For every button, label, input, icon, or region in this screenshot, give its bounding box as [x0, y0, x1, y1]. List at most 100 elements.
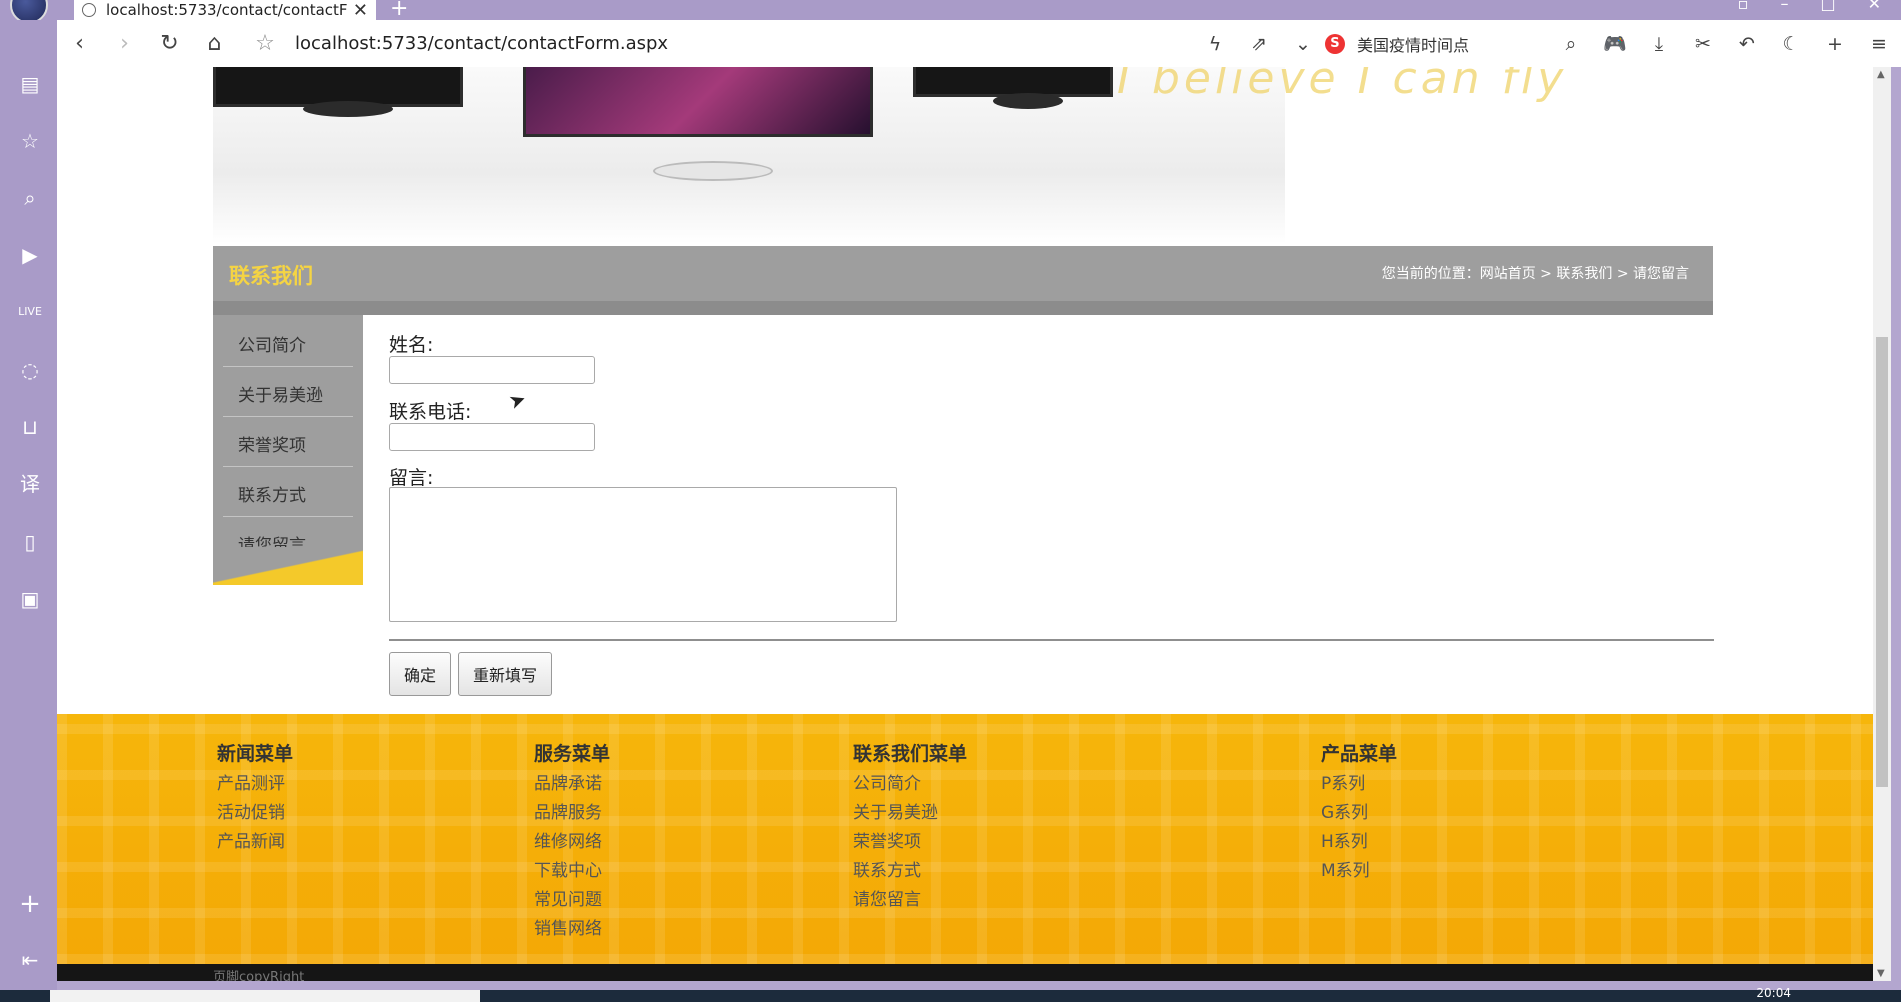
browser-tab[interactable]: localhost:5733/contact/contactFo ✕ [74, 0, 376, 21]
page-scrollbar[interactable]: ▲ ▼ [1873, 67, 1891, 981]
nav-item-contact[interactable]: 联系方式 [223, 467, 353, 517]
mouse-cursor-icon: ➤ [505, 385, 530, 415]
search-icon[interactable]: ⌕ [18, 186, 42, 210]
monitor-stand [993, 93, 1063, 109]
video-icon[interactable]: ▶ [18, 243, 42, 267]
maximize-icon[interactable]: □ [1820, 0, 1835, 13]
nav-item-company[interactable]: 公司简介 [223, 317, 353, 367]
footer-link[interactable]: 销售网络 [534, 915, 610, 944]
forward-icon[interactable]: › [102, 31, 147, 56]
footer-link[interactable]: 产品测评 [217, 770, 293, 799]
search-icon[interactable]: ⌕ [1549, 33, 1593, 55]
menu-icon[interactable]: ≡ [1857, 33, 1901, 55]
footer-link[interactable]: 维修网络 [534, 828, 610, 857]
browser-sidebar: ▤ ☆ ⌕ ▶ LIVE ◌ ⊔ 译 ▯ ▣ + ⇤ [0, 20, 57, 1002]
tab-title: localhost:5733/contact/contactFo [106, 1, 347, 19]
undo-icon[interactable]: ↶ [1725, 33, 1769, 55]
monitor-stand [303, 101, 393, 117]
taskbar-clock: 20:04 [1756, 986, 1791, 1000]
banner-slogan: I believe I can fly [1117, 67, 1568, 104]
tab-strip: localhost:5733/contact/contactFo ✕ + ▫ –… [0, 0, 1901, 24]
game-icon[interactable]: 🎮 [1593, 32, 1637, 55]
download-icon[interactable]: ⤓ [1637, 33, 1681, 55]
footer-heading: 新闻菜单 [217, 743, 294, 765]
cart-icon[interactable]: ⊔ [18, 415, 42, 439]
divider-bar [213, 301, 1713, 315]
footer-column-service: 服务菜单 品牌承诺 品牌服务 维修网络 下载中心 常见问题 销售网络 [534, 739, 610, 944]
submit-button[interactable]: 确定 [389, 652, 452, 696]
collapse-icon[interactable]: ⇤ [18, 948, 42, 972]
footer-link[interactable]: 请您留言 [853, 886, 967, 915]
briefcase-icon[interactable]: ▣ [18, 587, 42, 611]
taskbar-search[interactable] [50, 990, 480, 1002]
book-icon[interactable]: ▯ [18, 530, 42, 554]
translate-icon[interactable]: 译 [18, 472, 42, 496]
web-page: I believe I can fly 联系我们 您当前的位置：网站首页 > 联… [57, 67, 1873, 981]
moon-icon[interactable]: ☾ [1769, 33, 1813, 55]
site-footer: 新闻菜单 产品测评 活动促销 产品新闻 服务菜单 品牌承诺 品牌服务 维修网络 … [57, 714, 1873, 964]
flash-icon[interactable]: ϟ [1193, 33, 1237, 55]
footer-column-news: 新闻菜单 产品测评 活动促销 产品新闻 [217, 739, 293, 857]
footer-link[interactable]: P系列 [1321, 770, 1397, 799]
footer-link[interactable]: 荣誉奖项 [853, 828, 967, 857]
footer-link[interactable]: 常见问题 [534, 886, 610, 915]
footer-link[interactable]: 关于易美逊 [853, 799, 967, 828]
breadcrumb: 您当前的位置：网站首页 > 联系我们 > 请您留言 [1381, 266, 1689, 282]
footer-link[interactable]: G系列 [1321, 799, 1397, 828]
chevron-down-icon[interactable]: ⌄ [1281, 33, 1325, 55]
section-title: 联系我们 [229, 264, 313, 288]
footer-link[interactable]: 品牌承诺 [534, 770, 610, 799]
bookmark-star-icon[interactable]: ☆ [245, 31, 285, 56]
footer-link[interactable]: 联系方式 [853, 857, 967, 886]
address-bar[interactable]: localhost:5733/contact/contactForm.aspx [295, 33, 668, 54]
scrollbar-thumb[interactable] [1876, 337, 1888, 787]
name-label: 姓名: [389, 334, 434, 356]
close-tab-icon[interactable]: ✕ [353, 0, 368, 21]
scissors-icon[interactable]: ✂ [1681, 33, 1725, 55]
back-icon[interactable]: ‹ [57, 31, 102, 56]
footer-link[interactable]: H系列 [1321, 828, 1397, 857]
phone-field[interactable] [389, 423, 595, 451]
hot-search-text: 美国疫情时间点 [1356, 35, 1469, 55]
reload-icon[interactable]: ↻ [147, 31, 192, 56]
footer-link[interactable]: M系列 [1321, 857, 1397, 886]
footer-link[interactable]: 下载中心 [534, 857, 610, 886]
chat-icon[interactable]: ◌ [18, 358, 42, 382]
section-header: 联系我们 您当前的位置：网站首页 > 联系我们 > 请您留言 [213, 246, 1713, 301]
scroll-down-icon[interactable]: ▼ [1877, 968, 1885, 979]
new-tab-button[interactable]: + [390, 0, 408, 21]
left-nav: 公司简介 关于易美逊 荣誉奖项 联系方式 请您留言 [213, 315, 363, 585]
toolbar-right: ϟ ⇗ ⌄ S 美国疫情时间点 ⌕ 🎮 ⤓ ✂ ↶ ☾ + ≡ [1193, 20, 1901, 67]
footer-column-products: 产品菜单 P系列 G系列 H系列 M系列 [1321, 739, 1397, 886]
form-divider [389, 639, 1714, 641]
close-window-icon[interactable]: ✕ [1868, 0, 1881, 13]
monitor-graphic [523, 67, 873, 137]
live-icon[interactable]: LIVE [18, 300, 42, 324]
copyright-text: 页脚copyRight [213, 970, 305, 981]
sogou-icon: S [1324, 33, 1345, 54]
reset-button[interactable]: 重新填写 [458, 652, 553, 696]
footer-link[interactable]: 活动促销 [217, 799, 293, 828]
nav-item-about[interactable]: 关于易美逊 [223, 367, 353, 417]
share-icon[interactable]: ⇗ [1237, 33, 1281, 55]
footer-link[interactable]: 公司简介 [853, 770, 967, 799]
footer-heading: 联系我们菜单 [853, 743, 968, 765]
favorites-icon[interactable]: ☆ [18, 129, 42, 153]
name-field[interactable] [389, 356, 595, 384]
nav-item-honors[interactable]: 荣誉奖项 [223, 417, 353, 467]
footer-column-contact: 联系我们菜单 公司简介 关于易美逊 荣誉奖项 联系方式 请您留言 [853, 739, 967, 915]
home-icon[interactable]: ⌂ [192, 31, 237, 56]
minimize-icon[interactable]: – [1780, 0, 1788, 13]
news-icon[interactable]: ▤ [18, 72, 42, 96]
footer-link[interactable]: 品牌服务 [534, 799, 610, 828]
os-taskbar: 20:04 [0, 986, 1901, 1002]
nav-decoration [213, 547, 363, 585]
footer-link[interactable]: 产品新闻 [217, 828, 293, 857]
scroll-up-icon[interactable]: ▲ [1877, 69, 1885, 80]
plus-icon[interactable]: + [1813, 33, 1857, 55]
restore-icon[interactable]: ▫ [1738, 0, 1749, 13]
message-field[interactable] [389, 487, 897, 622]
footer-heading: 服务菜单 [534, 743, 611, 765]
hot-search[interactable]: S 美国疫情时间点 [1324, 32, 1469, 56]
add-icon[interactable]: + [18, 891, 42, 917]
